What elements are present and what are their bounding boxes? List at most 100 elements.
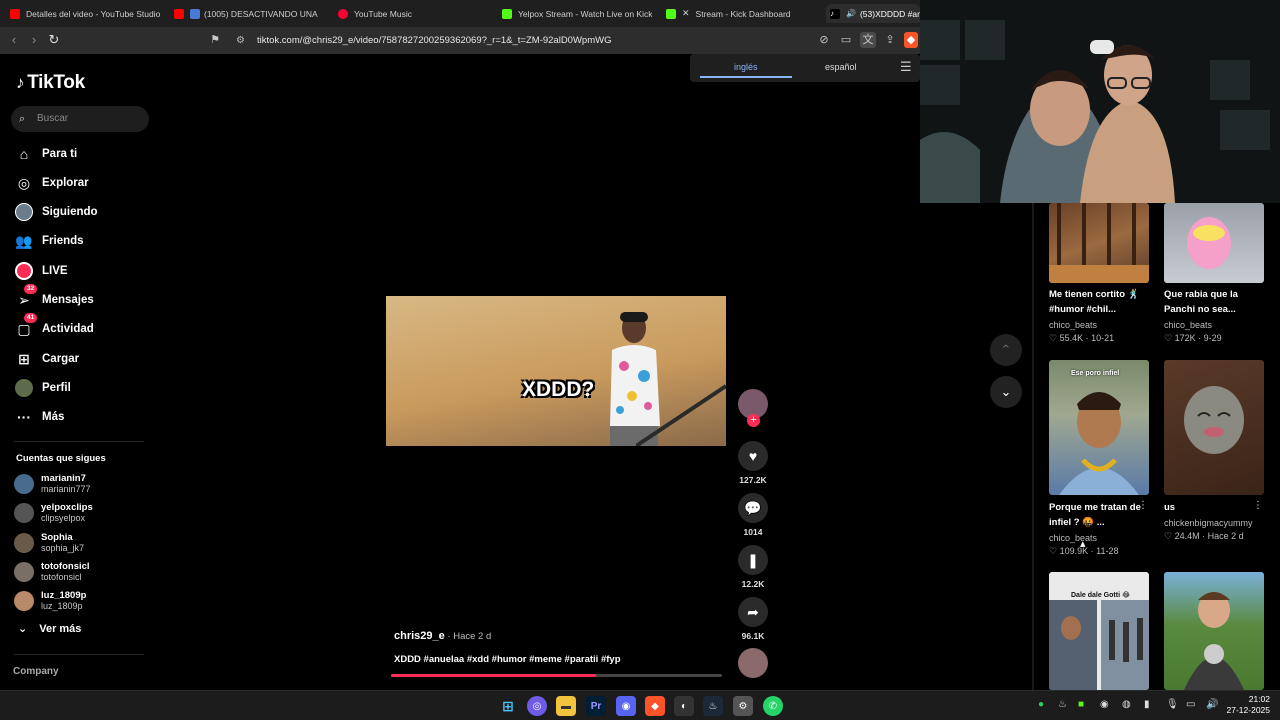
nav-mensajes[interactable]: ➢ 32 Mensajes [14,284,94,311]
browser-tab[interactable]: Detalles del video - YouTube Studio [10,4,170,23]
steam-tray-icon[interactable]: ♨ [1058,699,1067,710]
tiktok-logo[interactable]: ♪ TikTok [16,72,85,94]
bookmark-icon[interactable]: ⚑ [207,32,223,48]
author-avatar-button[interactable]: + [737,389,769,427]
video-card-title[interactable]: Me tienen cortito 🕺 #humor #chil... [1049,287,1149,317]
nav-perfil[interactable]: Perfil [14,377,71,399]
brave-shield-icon[interactable]: ◆ [904,32,918,48]
file-explorer-icon[interactable]: ▬ [556,696,576,716]
share-icon[interactable]: ⇪ [882,32,898,48]
share-button[interactable]: ➦ 96.1K [737,597,769,641]
save-button[interactable]: ❚ 12.2K [737,545,769,589]
whatsapp-icon[interactable]: ✆ [763,696,783,716]
brave-browser-icon[interactable]: ◆ [645,696,665,716]
nav-label: Más [42,411,65,423]
following-account[interactable]: marianin7 marianin777 [14,473,91,495]
video-player[interactable]: XDDD? [386,296,726,446]
address-bar[interactable]: ⚙ tiktok.com/@chris29_e/video/7587827200… [232,31,832,50]
video-progress-bar[interactable] [391,674,722,677]
browser-tab[interactable]: YouTube Music [338,4,488,23]
video-author[interactable]: chris29_e · Hace 2 d [394,630,491,642]
no-tracking-icon[interactable]: ⊘ [816,32,832,48]
nav-live[interactable]: LIVE [14,260,68,282]
discord-tray-icon[interactable]: ◉ [1100,699,1109,710]
menu-icon[interactable]: ☰ [900,59,912,75]
next-video-button[interactable]: ⌄ [990,376,1022,408]
site-info-icon[interactable]: ⚙ [236,31,245,50]
music-disc-button[interactable] [737,648,769,678]
nav-explorar[interactable]: ◎ Explorar [14,172,89,194]
messages-icon: ➢ 32 [14,284,38,310]
search-input[interactable]: ⌕ Buscar [11,106,149,132]
youtube-music-icon [338,8,348,19]
back-button[interactable]: ‹ [6,32,22,48]
cast-icon [190,8,200,19]
mute-icon: ✕ [682,8,690,18]
discord-icon[interactable]: ◉ [616,696,636,716]
nav-siguiendo[interactable]: Siguiendo [14,201,98,223]
like-button[interactable]: ♥ 127.2K [737,441,769,485]
video-thumbnail[interactable] [1164,203,1264,283]
nav-friends[interactable]: 👥 Friends [14,230,83,252]
video-thumbnail[interactable]: Ese poro infiel [1049,360,1149,495]
usb-tray-icon[interactable]: ▮ [1144,699,1150,710]
browser-tab[interactable]: Yelpox Stream - Watch Live on Kick [502,4,652,23]
nav-label: Para ti [42,148,78,160]
video-card-author[interactable]: chickenbigmacyummy [1164,518,1253,528]
video-card-author[interactable]: chico_beats [1164,320,1212,330]
whatsapp-tray-icon[interactable]: ● [1038,699,1044,710]
app-tray-icon[interactable]: ◍ [1122,699,1131,710]
nav-para-ti[interactable]: ⌂ Para ti [14,143,77,165]
following-account[interactable]: totofonsicl totofonsicl [14,561,90,583]
browser-tab[interactable]: ✕ Stream - Kick Dashboard [666,4,816,23]
more-options-icon[interactable]: ⋮ [1253,500,1263,511]
following-account[interactable]: yelpoxclips clipsyelpox [14,502,93,524]
tab-title: (1005) DESACTIVANDO UNA BO [204,8,320,19]
video-thumbnail[interactable] [1164,360,1264,495]
company-link[interactable]: Company [13,666,59,677]
copilot-icon[interactable]: ◎ [527,696,547,716]
forward-button[interactable]: › [26,32,42,48]
video-card-author[interactable]: chico_beats [1049,533,1097,543]
follow-plus-icon[interactable]: + [747,414,760,427]
settings-icon[interactable]: ⚙ [733,696,753,716]
obs-icon[interactable]: ◐ [674,696,694,716]
video-thumbnail[interactable]: Dale dale Gotti 😂 [1049,572,1149,690]
video-thumbnail[interactable] [1049,203,1149,283]
comment-button[interactable]: 💬 1014 [737,493,769,537]
activity-badge: 41 [24,313,38,323]
following-account[interactable]: Sophia sophia_jk7 [14,532,84,554]
nav-actividad[interactable]: ▢ 41 Actividad [14,313,94,340]
translate-target-tab[interactable]: español [825,62,857,72]
steam-icon[interactable]: ♨ [703,696,723,716]
scrollbar[interactable] [1032,203,1034,690]
nav-cargar[interactable]: ⊞ Cargar [14,348,79,370]
see-more-button[interactable]: ⌄ Ver más [18,622,81,635]
video-thumbnail[interactable] [1164,572,1264,690]
volume-icon[interactable]: 🔊 [1206,699,1218,710]
following-account[interactable]: luz_1809p luz_1809p [14,590,86,612]
translate-icon[interactable]: 文 [860,32,876,48]
video-card-title[interactable]: Que rabia que la Panchi no sea... [1164,287,1264,317]
system-clock[interactable]: 21:02 27-12-2025 [1226,694,1270,716]
more-options-icon[interactable]: ⋮ [1138,500,1148,511]
cast-icon[interactable]: ▭ [838,32,854,48]
browser-tab-active[interactable]: ♪ 🔊 (53)XDDDD #anue [826,4,920,23]
browser-tab[interactable]: (1005) DESACTIVANDO UNA BO [174,4,320,23]
reload-button[interactable]: ↻ [46,32,62,48]
premiere-pro-icon[interactable]: Pr [586,696,606,716]
network-icon[interactable]: ▭ [1186,699,1195,710]
nav-mas[interactable]: ··· Más [14,406,64,428]
nvidia-tray-icon[interactable]: ■ [1078,699,1084,710]
translate-source-tab[interactable]: inglés [734,62,758,72]
messages-badge: 32 [24,284,38,294]
video-card-title[interactable]: Porque me tratan de infiel ? 🤬 ... [1049,500,1149,530]
card-date: 10-21 [1091,333,1115,343]
video-card-title[interactable]: us [1164,500,1264,515]
card-likes: 55.4K [1059,333,1084,343]
microphone-icon[interactable]: 🎙 [1166,699,1179,710]
previous-video-button[interactable]: ⌃ [990,334,1022,366]
more-icon: ··· [17,409,31,425]
windows-start-icon[interactable]: ⊞ [498,696,518,716]
video-card-author[interactable]: chico_beats [1049,320,1097,330]
